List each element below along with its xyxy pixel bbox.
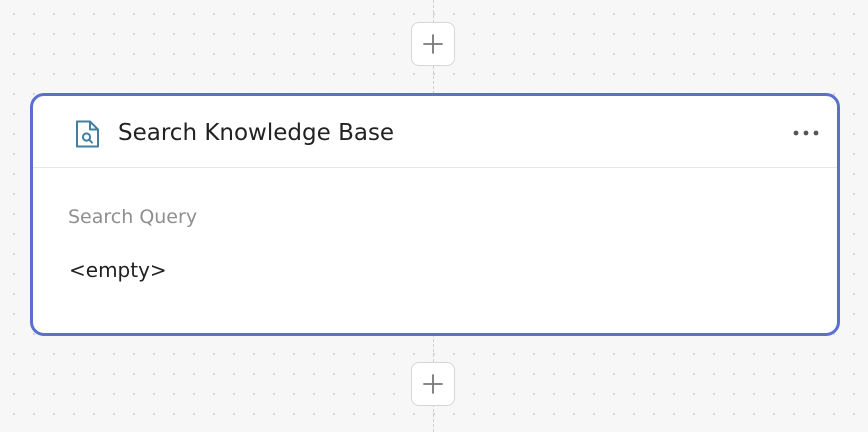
step-card-body: Search Query <empty> <box>33 168 837 333</box>
plus-icon <box>423 374 443 394</box>
add-step-button-top[interactable] <box>411 22 455 66</box>
more-options-button[interactable] <box>789 120 823 146</box>
plus-icon <box>423 34 443 54</box>
add-step-button-bottom[interactable] <box>411 362 455 406</box>
search-query-label: Search Query <box>68 206 198 228</box>
search-query-value: <empty> <box>69 258 167 282</box>
workflow-step-card[interactable]: Search Knowledge Base Search Query <empt… <box>30 93 840 336</box>
document-search-icon <box>73 118 103 150</box>
step-card-header: Search Knowledge Base <box>33 96 837 168</box>
step-title: Search Knowledge Base <box>118 120 395 146</box>
more-horizontal-icon <box>793 130 819 136</box>
